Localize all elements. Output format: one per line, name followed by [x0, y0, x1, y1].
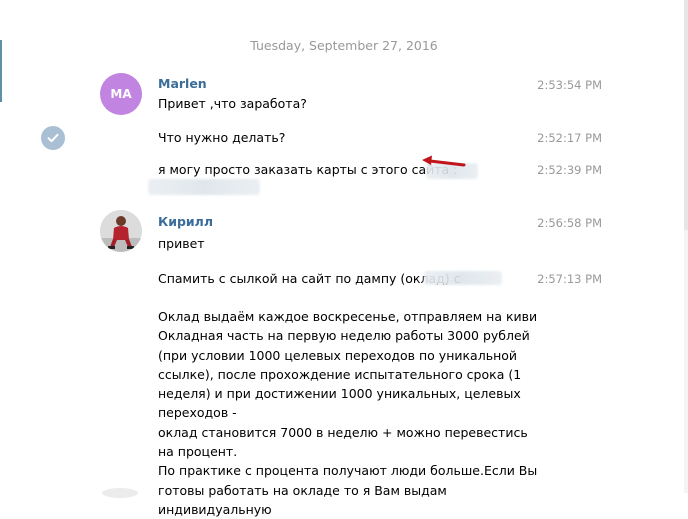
scrollbar[interactable]	[684, 0, 688, 493]
message-text: привет	[158, 236, 205, 251]
message-text: Что нужно делать?	[158, 130, 286, 145]
message-text: Спамить с сылкой на сайт по дампу (оклад…	[158, 271, 461, 286]
scrollbar-thumb[interactable]	[684, 0, 688, 230]
check-circle-icon	[41, 126, 65, 150]
message-time: 2:53:54 PM	[537, 78, 602, 92]
avatar[interactable]	[100, 210, 142, 252]
message-time: 2:57:13 PM	[537, 272, 602, 286]
avatar-initials: MA	[110, 87, 132, 101]
message-time: 2:52:39 PM	[537, 163, 602, 177]
blurred-link	[148, 179, 260, 195]
message-text: Привет ,что заработа?	[158, 96, 307, 111]
message-time: 2:52:17 PM	[537, 131, 602, 145]
user-photo-icon	[100, 210, 142, 252]
message-text: Оклад выдаём каждое воскресенье, отправл…	[158, 309, 538, 517]
sender-name[interactable]: Кирилл	[158, 214, 213, 229]
blurred-link	[424, 271, 502, 285]
red-arrow-icon	[422, 155, 466, 167]
avatar[interactable]: MA	[100, 73, 142, 115]
message-time: 2:56:58 PM	[537, 216, 602, 230]
sender-name[interactable]: Marlen	[158, 76, 207, 91]
avatar	[102, 488, 138, 498]
message-text: я могу просто заказать карты с этого сай…	[158, 162, 458, 177]
date-separator: Tuesday, September 27, 2016	[250, 38, 438, 53]
